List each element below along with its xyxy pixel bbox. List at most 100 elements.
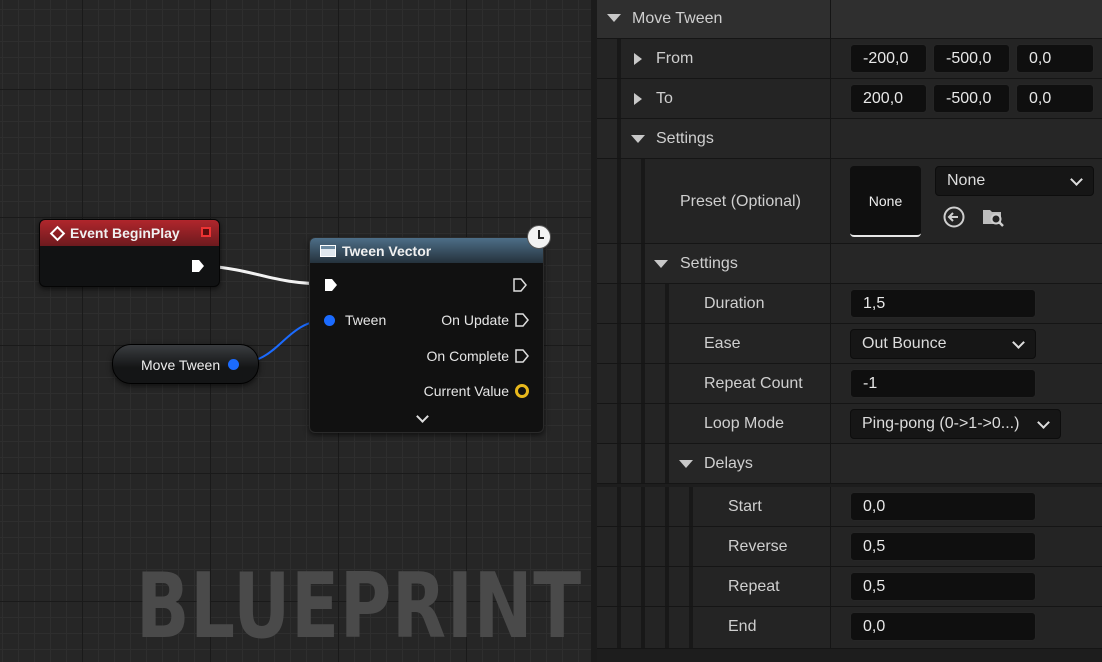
indent-guide xyxy=(689,567,693,606)
indent-guide xyxy=(617,159,621,243)
chevron-down-icon xyxy=(1070,173,1083,186)
tween-input-pin-row[interactable]: Tween xyxy=(324,312,386,328)
indent-guide xyxy=(641,364,645,403)
to-y-field[interactable]: -500,0 xyxy=(933,84,1010,113)
collapse-arrow-icon[interactable] xyxy=(631,135,645,143)
delay-reverse-field[interactable]: 0,5 xyxy=(850,532,1036,561)
to-z-field[interactable]: 0,0 xyxy=(1016,84,1094,113)
indent-guide xyxy=(617,487,621,526)
vector-pin-icon[interactable] xyxy=(515,384,529,398)
variable-out-pin-icon[interactable] xyxy=(228,359,239,370)
repeat-count-row: Repeat Count -1 xyxy=(597,364,1102,404)
delay-reverse-label: Reverse xyxy=(728,538,788,555)
indent-guide xyxy=(617,527,621,566)
tween-object-pin-icon[interactable] xyxy=(324,314,335,326)
chevron-down-icon xyxy=(1037,416,1050,429)
indent-guide xyxy=(641,607,645,648)
delay-start-field[interactable]: 0,0 xyxy=(850,492,1036,521)
delay-repeat-row: Repeat 0,5 xyxy=(597,567,1102,607)
indent-guide xyxy=(689,527,693,566)
column-divider xyxy=(830,284,831,323)
move-tween-variable-node[interactable]: Move Tween xyxy=(112,344,259,384)
on-update-pin-icon[interactable] xyxy=(515,313,529,327)
indent-guide xyxy=(617,284,621,323)
current-value-label: Current Value xyxy=(423,383,509,399)
on-complete-label: On Complete xyxy=(426,348,509,364)
expand-chevron-icon[interactable] xyxy=(416,410,429,423)
exec-in-pin-icon[interactable] xyxy=(324,278,338,292)
collapse-arrow-icon[interactable] xyxy=(607,14,621,22)
repeat-count-field[interactable]: -1 xyxy=(850,369,1036,398)
to-x-field[interactable]: 200,0 xyxy=(850,84,927,113)
expand-arrow-icon[interactable] xyxy=(634,53,642,65)
on-update-pin-row[interactable]: On Update xyxy=(441,312,529,328)
from-z-field[interactable]: 0,0 xyxy=(1016,44,1094,73)
indent-guide xyxy=(617,79,621,118)
on-complete-pin-row[interactable]: On Complete xyxy=(427,348,529,364)
ease-label: Ease xyxy=(704,335,741,352)
current-value-pin-row[interactable]: Current Value xyxy=(424,383,529,399)
exec-out-pin-icon[interactable] xyxy=(191,259,205,273)
indent-guide xyxy=(665,527,669,566)
indent-guide xyxy=(665,404,669,443)
indent-guide xyxy=(665,284,669,323)
function-icon xyxy=(320,244,336,257)
indent-guide xyxy=(665,324,669,363)
indent-guide xyxy=(641,444,645,483)
from-label: From xyxy=(656,50,694,67)
blueprint-graph[interactable]: BLUEPRINT Event BeginPlay Tween Vector T… xyxy=(0,0,597,662)
indent-guide xyxy=(689,607,693,648)
from-x-field[interactable]: -200,0 xyxy=(850,44,927,73)
from-y-field[interactable]: -500,0 xyxy=(933,44,1010,73)
duration-label: Duration xyxy=(704,295,765,312)
collapse-arrow-icon[interactable] xyxy=(654,260,668,268)
column-divider xyxy=(830,119,831,158)
expand-arrow-icon[interactable] xyxy=(634,93,642,105)
preset-value: None xyxy=(947,172,986,189)
move-tween-header: Move Tween xyxy=(632,10,723,27)
delay-repeat-field[interactable]: 0,5 xyxy=(850,572,1036,601)
preset-asset-thumbnail[interactable]: None xyxy=(850,166,921,237)
ease-dropdown[interactable]: Out Bounce xyxy=(850,329,1036,359)
ease-row: Ease Out Bounce xyxy=(597,324,1102,364)
event-beginplay-node[interactable]: Event BeginPlay xyxy=(39,219,220,287)
inner-settings-category[interactable]: Settings xyxy=(597,244,1102,284)
move-tween-category[interactable]: Move Tween xyxy=(597,0,1102,39)
delays-category[interactable]: Delays xyxy=(597,444,1102,484)
column-divider xyxy=(830,487,831,526)
indent-guide xyxy=(665,364,669,403)
loop-mode-dropdown[interactable]: Ping-pong (0->1->0...) xyxy=(850,409,1061,439)
indent-guide xyxy=(641,324,645,363)
indent-guide xyxy=(617,607,621,648)
delegate-pin-icon[interactable] xyxy=(201,227,211,237)
tween-vector-node[interactable]: Tween Vector Tween On Update On Complete… xyxy=(309,225,551,433)
ease-value: Out Bounce xyxy=(862,335,947,352)
column-divider xyxy=(830,527,831,566)
browse-asset-icon[interactable] xyxy=(981,205,1005,229)
column-divider xyxy=(830,0,831,38)
collapse-arrow-icon[interactable] xyxy=(679,460,693,468)
on-complete-pin-icon[interactable] xyxy=(515,349,529,363)
chevron-down-icon xyxy=(1012,336,1025,349)
duration-field[interactable]: 1,5 xyxy=(850,289,1036,318)
duration-row: Duration 1,5 xyxy=(597,284,1102,324)
indent-guide xyxy=(665,607,669,648)
latent-clock-icon xyxy=(527,225,551,249)
use-selected-asset-icon[interactable] xyxy=(942,205,966,229)
settings-category[interactable]: Settings xyxy=(597,119,1102,159)
column-divider xyxy=(830,159,831,243)
delay-end-row: End 0,0 xyxy=(597,607,1102,649)
indent-guide xyxy=(689,487,693,526)
preset-asset-picker[interactable]: None xyxy=(935,166,1094,196)
exec-then-pin-icon[interactable] xyxy=(513,278,527,292)
delay-end-field[interactable]: 0,0 xyxy=(850,612,1036,641)
variable-label: Move Tween xyxy=(141,357,221,373)
delays-label: Delays xyxy=(704,455,753,472)
repeat-count-label: Repeat Count xyxy=(704,375,803,392)
indent-guide xyxy=(617,244,621,283)
indent-guide xyxy=(641,527,645,566)
to-label: To xyxy=(656,90,673,107)
column-divider xyxy=(830,607,831,648)
column-divider xyxy=(830,39,831,78)
tween-node-header: Tween Vector xyxy=(310,238,543,263)
